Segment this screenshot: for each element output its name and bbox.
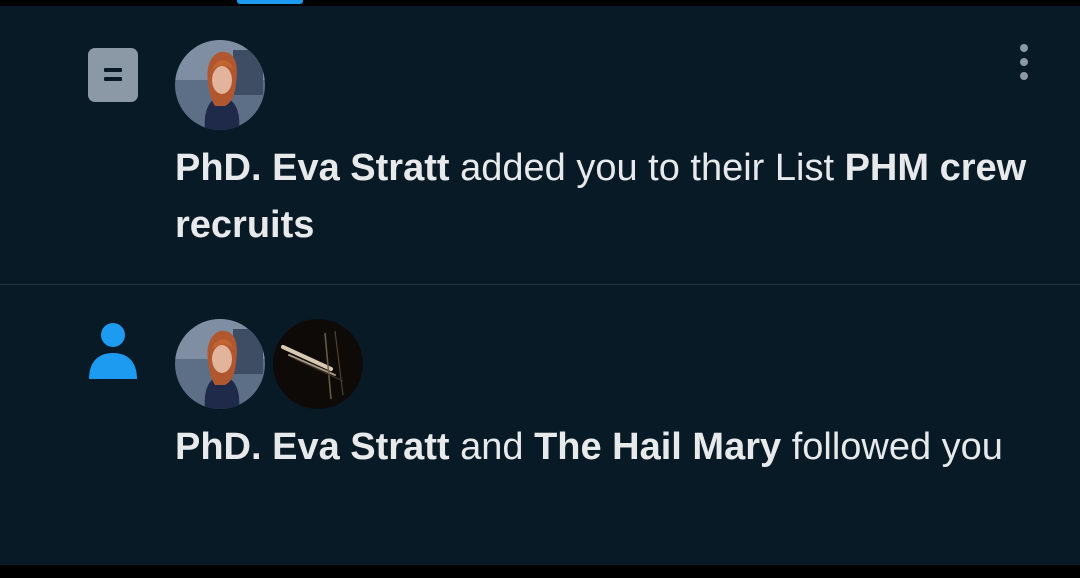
notification-conjunction: and bbox=[449, 426, 535, 468]
person-icon bbox=[89, 323, 137, 379]
notification-follow[interactable]: PhD. Eva Stratt and The Hail Mary follow… bbox=[0, 285, 1080, 565]
avatar-eva-stratt[interactable] bbox=[175, 40, 265, 130]
actor-name-2[interactable]: The Hail Mary bbox=[534, 426, 781, 468]
actor-name[interactable]: PhD. Eva Stratt bbox=[175, 147, 450, 189]
avatar-eva-stratt[interactable] bbox=[175, 319, 265, 409]
notification-list-add[interactable]: PhD. Eva Stratt added you to their List … bbox=[0, 6, 1080, 284]
avatar-the-hail-mary[interactable] bbox=[273, 319, 363, 409]
list-icon bbox=[88, 48, 138, 102]
more-vertical-icon[interactable] bbox=[1010, 42, 1038, 82]
active-tab-indicator bbox=[237, 0, 303, 4]
notification-action: added you to their List bbox=[449, 147, 845, 189]
notification-text: PhD. Eva Stratt added you to their List … bbox=[175, 140, 1045, 254]
bottom-edge bbox=[0, 565, 1080, 578]
notification-action: followed you bbox=[781, 426, 1003, 468]
notification-text: PhD. Eva Stratt and The Hail Mary follow… bbox=[175, 419, 1045, 476]
actor-name[interactable]: PhD. Eva Stratt bbox=[175, 426, 450, 468]
notifications-screen: PhD. Eva Stratt added you to their List … bbox=[0, 0, 1080, 578]
